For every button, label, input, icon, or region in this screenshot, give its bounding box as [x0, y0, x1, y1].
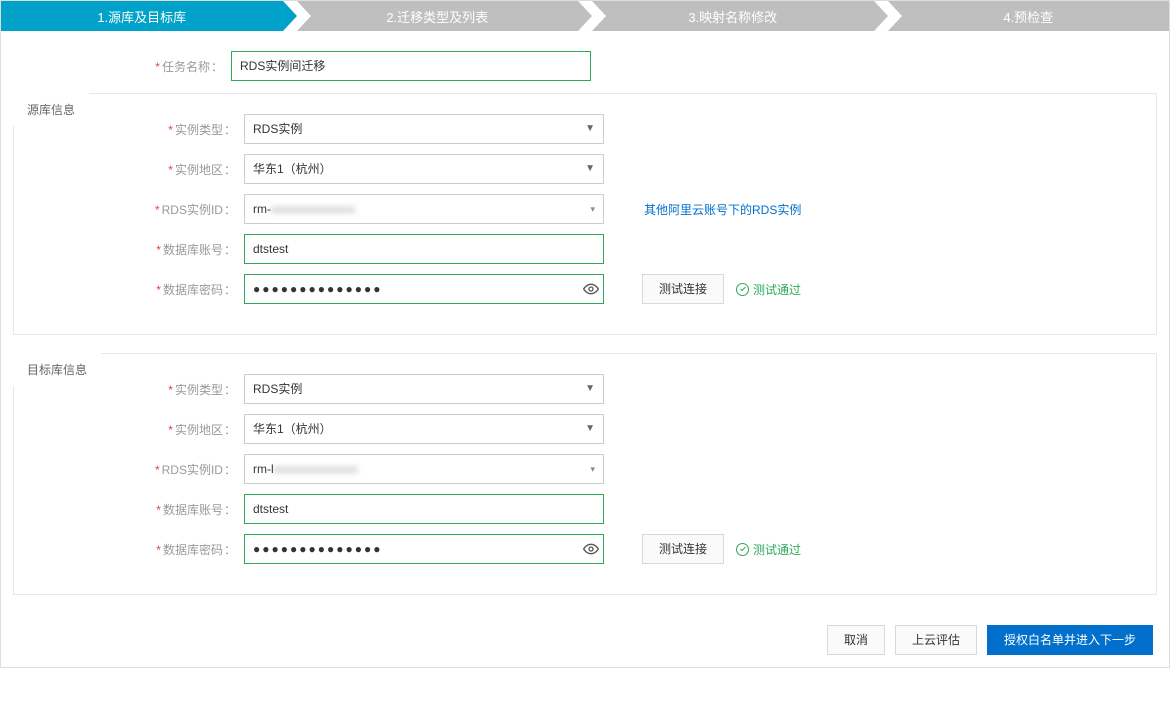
step-3-mapping[interactable]: 3.映射名称修改	[592, 1, 874, 31]
check-circle-icon	[736, 283, 749, 296]
eye-icon[interactable]	[580, 281, 602, 297]
step-1-source-target[interactable]: 1.源库及目标库	[1, 1, 283, 31]
source-region-row: *实例地区： 华东1（杭州） ▼	[14, 154, 1156, 184]
source-db-pass-row: *数据库密码： ●●●●●●●●●●●●●● 测试连接 测试通过	[14, 274, 1156, 304]
wizard-page: 1.源库及目标库 2.迁移类型及列表 3.映射名称修改 4.预检查 *任务名称：…	[0, 0, 1170, 668]
source-test-pass-status: 测试通过	[736, 281, 801, 298]
source-db-pass-label: *数据库密码：	[14, 281, 244, 298]
target-db-pass-row: *数据库密码： ●●●●●●●●●●●●●● 测试连接 测试通过	[14, 534, 1156, 564]
target-db-user-label: *数据库账号：	[14, 501, 244, 518]
cancel-button[interactable]: 取消	[827, 625, 885, 655]
target-test-pass-status: 测试通过	[736, 541, 801, 558]
source-db-user-input[interactable]: dtstest	[244, 234, 604, 264]
chevron-down-icon: ▾	[590, 195, 595, 223]
authorize-next-button[interactable]: 授权白名单并进入下一步	[987, 625, 1153, 655]
target-instance-type-row: *实例类型： RDS实例 ▼	[14, 374, 1156, 404]
source-db-pass-input[interactable]: ●●●●●●●●●●●●●●	[244, 274, 604, 304]
target-rds-id-row: *RDS实例ID： rm-lxxxxxxxxxxxxxx ▾	[14, 454, 1156, 484]
chevron-down-icon: ▼	[585, 155, 595, 183]
chevron-down-icon: ▾	[590, 455, 595, 483]
other-account-rds-link[interactable]: 其他阿里云账号下的RDS实例	[644, 201, 801, 218]
source-region-label: *实例地区：	[14, 161, 244, 178]
source-instance-type-select[interactable]: RDS实例 ▼	[244, 114, 604, 144]
chevron-down-icon: ▼	[585, 415, 595, 443]
source-instance-type-row: *实例类型： RDS实例 ▼	[14, 114, 1156, 144]
source-rds-id-label: *RDS实例ID：	[14, 201, 244, 218]
step-2-migration-type[interactable]: 2.迁移类型及列表	[297, 1, 579, 31]
task-name-area: *任务名称： RDS实例间迁移	[1, 31, 1169, 81]
source-rds-id-row: *RDS实例ID： rm-xxxxxxxxxxxxxx ▾ 其他阿里云账号下的R…	[14, 194, 1156, 224]
target-region-row: *实例地区： 华东1（杭州） ▼	[14, 414, 1156, 444]
footer-actions: 取消 上云评估 授权白名单并进入下一步	[1, 613, 1169, 667]
task-name-label: *任务名称：	[1, 58, 231, 75]
target-region-label: *实例地区：	[14, 421, 244, 438]
step-4-precheck[interactable]: 4.预检查	[888, 1, 1170, 31]
target-rds-id-label: *RDS实例ID：	[14, 461, 244, 478]
target-db-pass-label: *数据库密码：	[14, 541, 244, 558]
source-region-select[interactable]: 华东1（杭州） ▼	[244, 154, 604, 184]
source-section: 源库信息 *实例类型： RDS实例 ▼ *实例地区： 华东1（杭州） ▼ *RD…	[13, 93, 1157, 335]
wizard-steps: 1.源库及目标库 2.迁移类型及列表 3.映射名称修改 4.预检查	[1, 1, 1169, 31]
target-section-title: 目标库信息	[13, 353, 101, 386]
source-rds-id-combobox[interactable]: rm-xxxxxxxxxxxxxx ▾	[244, 194, 604, 224]
source-test-connection-button[interactable]: 测试连接	[642, 274, 724, 304]
target-db-user-input[interactable]: dtstest	[244, 494, 604, 524]
target-db-user-row: *数据库账号： dtstest	[14, 494, 1156, 524]
chevron-down-icon: ▼	[585, 115, 595, 143]
cloud-evaluate-button[interactable]: 上云评估	[895, 625, 977, 655]
target-test-connection-button[interactable]: 测试连接	[642, 534, 724, 564]
eye-icon[interactable]	[580, 541, 602, 557]
target-section: 目标库信息 *实例类型： RDS实例 ▼ *实例地区： 华东1（杭州） ▼ *R…	[13, 353, 1157, 595]
target-rds-id-combobox[interactable]: rm-lxxxxxxxxxxxxxx ▾	[244, 454, 604, 484]
source-section-title: 源库信息	[13, 93, 89, 126]
target-db-pass-input[interactable]: ●●●●●●●●●●●●●●	[244, 534, 604, 564]
source-db-user-label: *数据库账号：	[14, 241, 244, 258]
chevron-down-icon: ▼	[585, 375, 595, 403]
task-name-input[interactable]: RDS实例间迁移	[231, 51, 591, 81]
task-name-row: *任务名称： RDS实例间迁移	[1, 51, 1169, 81]
target-region-select[interactable]: 华东1（杭州） ▼	[244, 414, 604, 444]
target-instance-type-select[interactable]: RDS实例 ▼	[244, 374, 604, 404]
check-circle-icon	[736, 543, 749, 556]
source-db-user-row: *数据库账号： dtstest	[14, 234, 1156, 264]
